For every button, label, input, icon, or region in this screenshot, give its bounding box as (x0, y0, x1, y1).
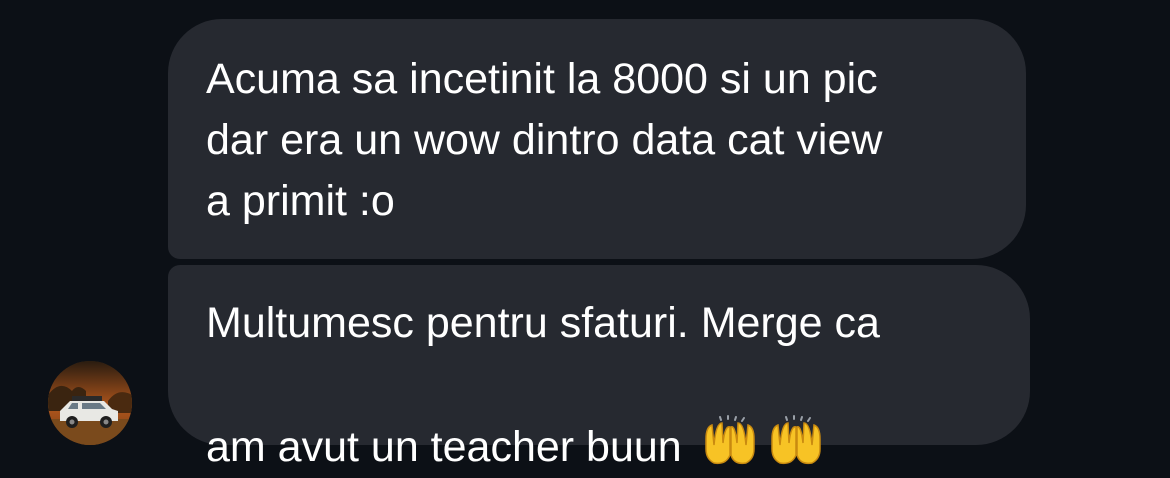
message-thread: Acuma sa incetinit la 8000 si un pic dar… (0, 0, 1170, 478)
message-text: Multumesc pentru sfaturi. Merge ca am av… (206, 293, 992, 478)
message-text: Acuma sa incetinit la 8000 si un pic dar… (206, 55, 883, 225)
avatar-photo (48, 361, 132, 445)
raising-hands-icon (700, 354, 760, 465)
message-bubble[interactable]: Multumesc pentru sfaturi. Merge ca am av… (168, 265, 1030, 471)
avatar[interactable] (48, 361, 132, 445)
message-bubble[interactable]: Acuma sa incetinit la 8000 si un pic dar… (168, 19, 1026, 259)
raising-hands-icon (766, 354, 826, 465)
